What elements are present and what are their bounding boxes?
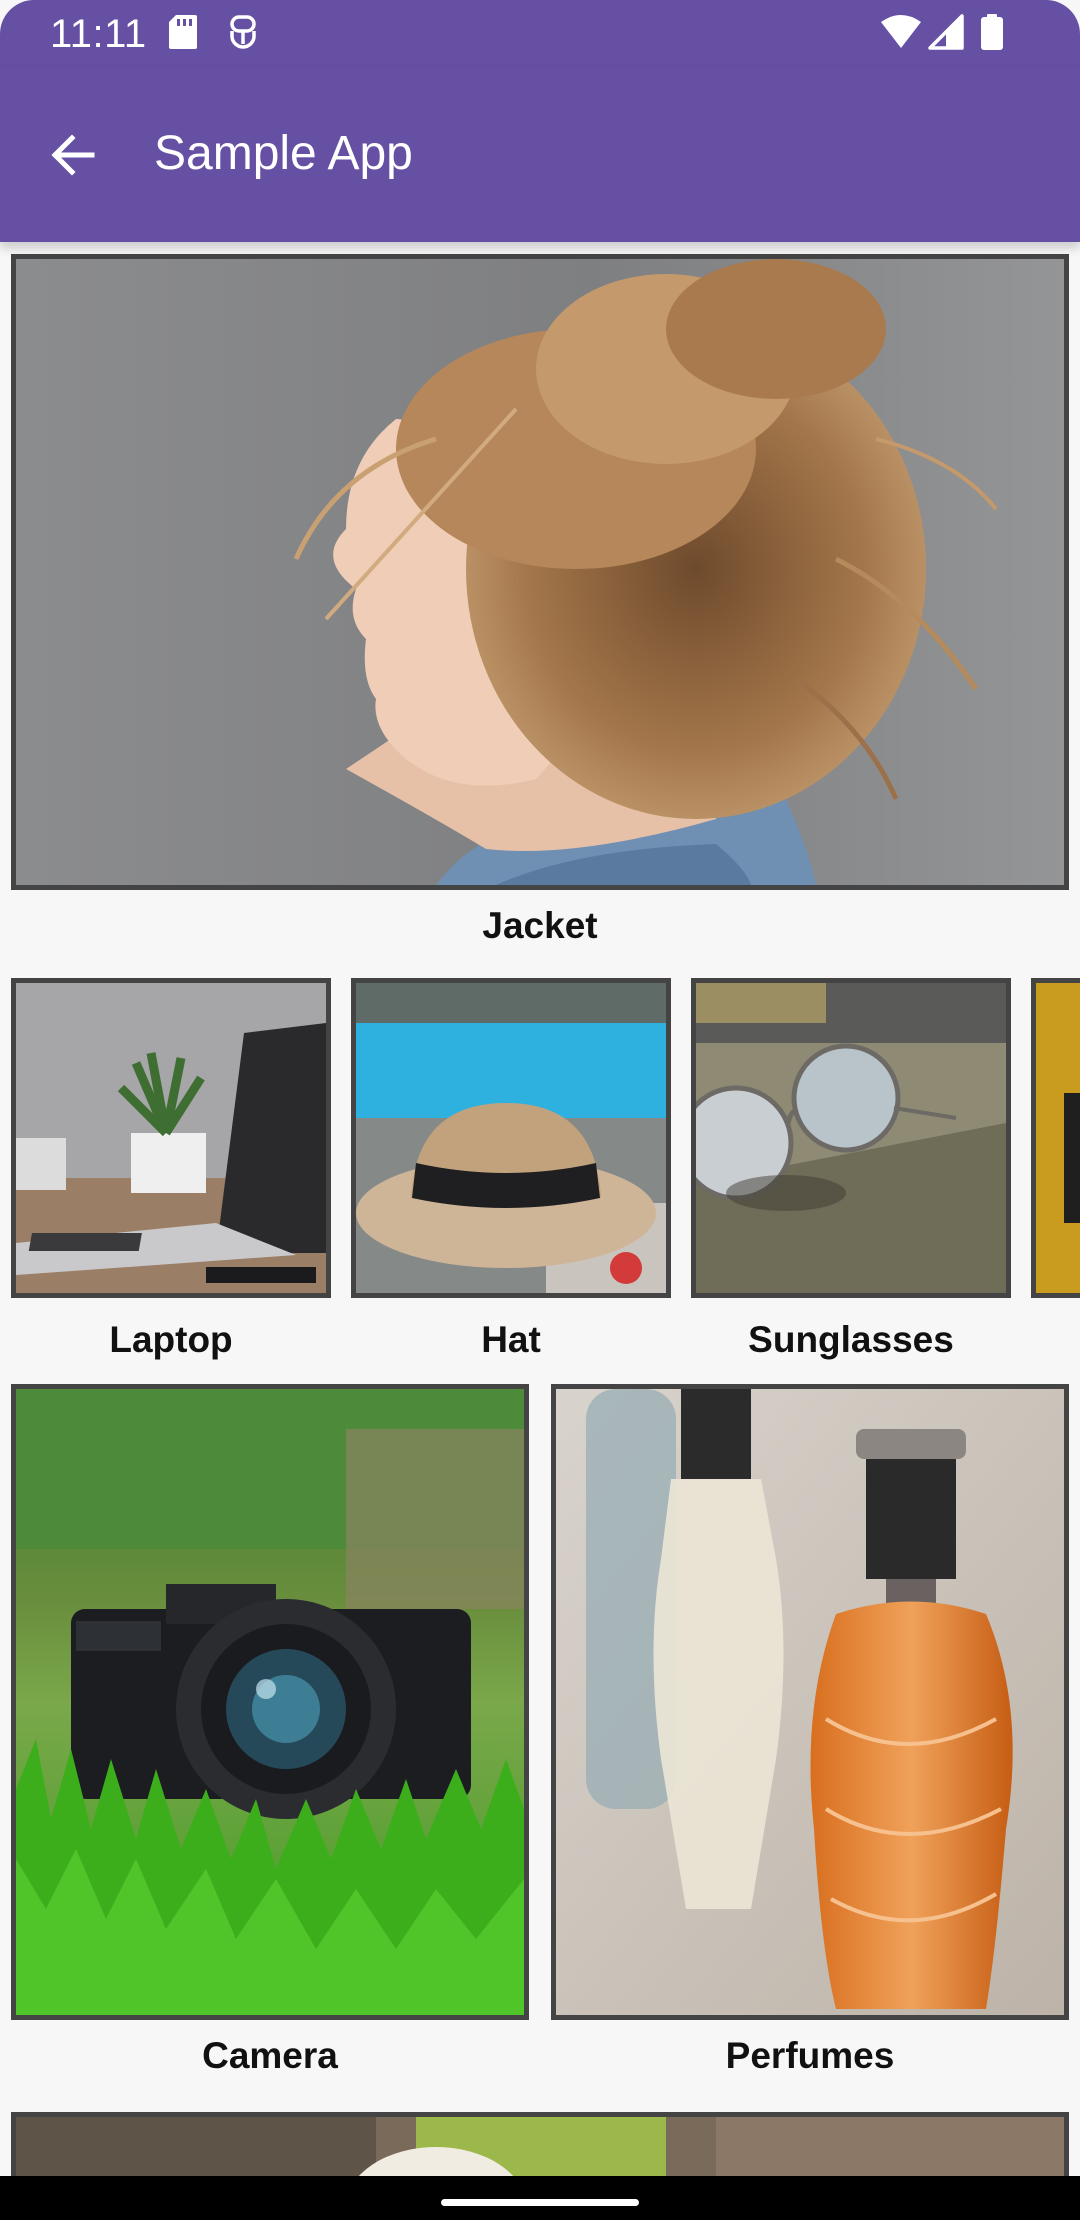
product-image-laptop <box>11 978 331 1298</box>
back-button[interactable] <box>34 116 112 194</box>
sd-card-icon <box>168 14 198 55</box>
product-card-laptop[interactable]: Laptop <box>11 978 331 1360</box>
product-image-hat <box>351 978 671 1298</box>
product-list[interactable]: Jacket Laptop Hat Sunglasses Camera Perf… <box>0 242 1080 2176</box>
product-image-next <box>11 2112 1069 2176</box>
cell-signal-icon <box>928 14 964 55</box>
product-image-camera <box>11 1384 529 2020</box>
product-label: Jacket <box>482 905 598 946</box>
navigation-bar <box>0 2176 1080 2220</box>
product-label: Sunglasses <box>748 1319 954 1360</box>
product-card-camera[interactable]: Camera <box>11 1384 529 2088</box>
notification-icon <box>228 14 258 55</box>
product-label: Camera <box>202 2035 338 2076</box>
product-card-hat[interactable]: Hat <box>351 978 671 1360</box>
product-image-partial <box>1031 978 1080 1298</box>
gesture-handle[interactable] <box>441 2199 639 2206</box>
status-bar: 11:11 <box>0 0 1080 68</box>
app-bar: Sample App <box>0 68 1080 242</box>
product-label: Perfumes <box>725 2035 895 2076</box>
product-image-sunglasses <box>691 978 1011 1298</box>
status-time: 11:11 <box>50 12 147 56</box>
product-label: Hat <box>481 1319 541 1360</box>
product-image-jacket <box>11 254 1069 890</box>
product-image-perfumes <box>551 1384 1069 2020</box>
product-card-sunglasses[interactable]: Sunglasses <box>691 978 1011 1360</box>
arrow-back-icon <box>51 134 95 176</box>
product-card-perfumes[interactable]: Perfumes <box>551 1384 1069 2088</box>
app-title: Sample App <box>154 127 413 180</box>
product-label: Laptop <box>109 1319 233 1360</box>
battery-icon <box>980 14 1004 55</box>
product-card-next[interactable] <box>11 2112 1069 2176</box>
product-card-jacket[interactable]: Jacket <box>11 254 1069 956</box>
wifi-icon <box>880 14 922 55</box>
product-card-partial[interactable] <box>1031 978 1080 1298</box>
